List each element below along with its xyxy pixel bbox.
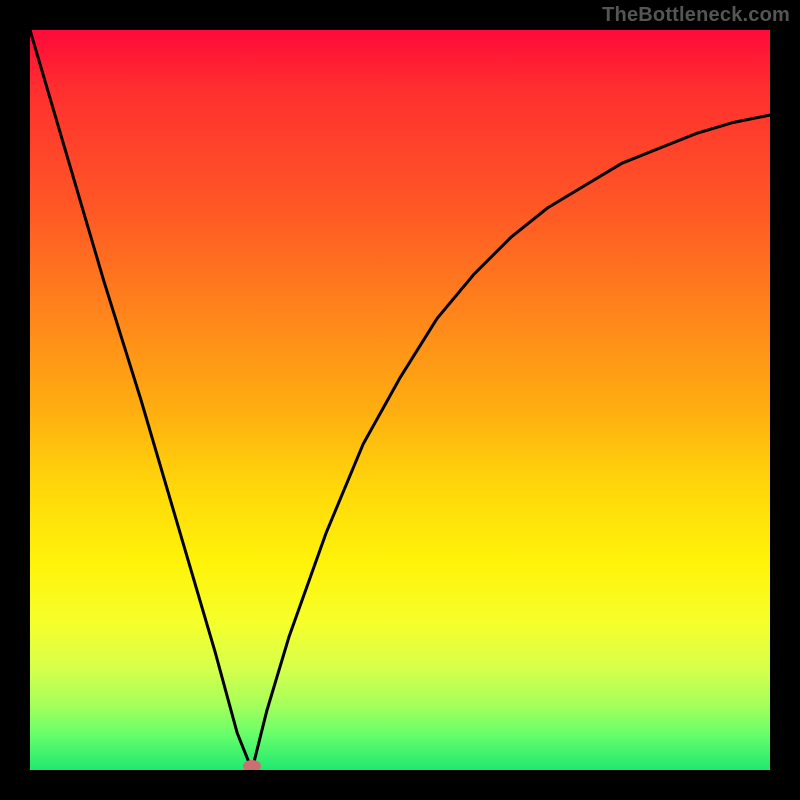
chart-frame: TheBottleneck.com [0,0,800,800]
credit-label: TheBottleneck.com [602,4,790,27]
plot-area [30,30,770,770]
curve-left-branch [30,30,252,770]
minimum-marker-icon [243,760,261,770]
curve-layer [30,30,770,770]
curve-right-branch [252,115,770,770]
